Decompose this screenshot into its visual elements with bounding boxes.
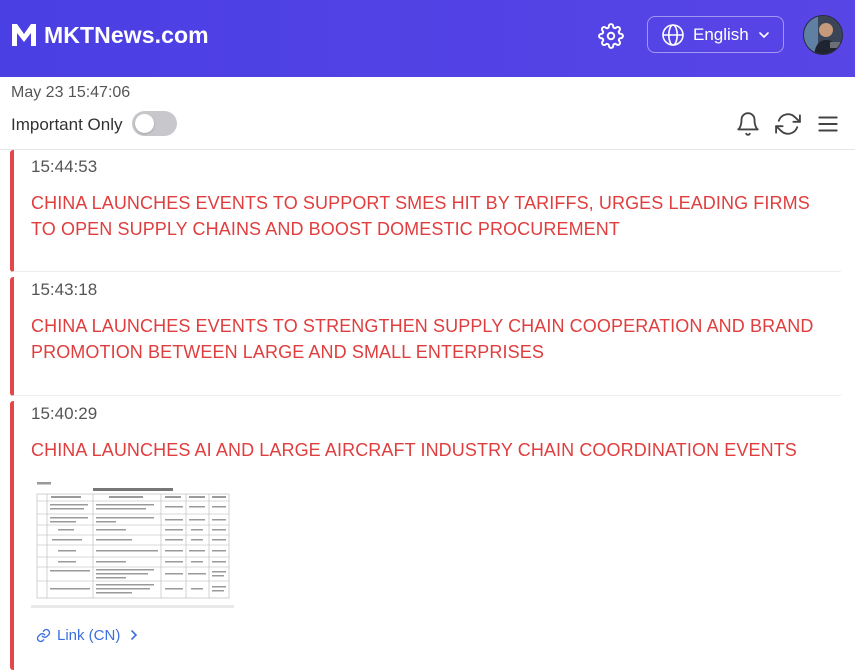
refresh-icon — [775, 113, 801, 135]
news-headline[interactable]: CHINA LAUNCHES EVENTS TO SUPPORT SMES HI… — [31, 190, 821, 242]
bell-icon — [737, 112, 759, 136]
menu-icon — [818, 116, 838, 132]
news-image-thumbnail[interactable] — [31, 480, 234, 608]
important-only-label: Important Only — [11, 115, 123, 134]
avatar-image — [804, 16, 842, 54]
refresh-button[interactable] — [775, 111, 801, 137]
source-link-label: Link (CN) — [57, 626, 121, 644]
table-image — [31, 480, 234, 605]
link-icon — [36, 628, 51, 642]
avatar[interactable] — [803, 15, 843, 55]
news-headline[interactable]: CHINA LAUNCHES AI AND LARGE AIRCRAFT IND… — [31, 437, 821, 463]
news-item[interactable]: 15:44:53 CHINA LAUNCHES EVENTS TO SUPPOR… — [10, 150, 842, 272]
news-headline[interactable]: CHINA LAUNCHES EVENTS TO STRENGTHEN SUPP… — [31, 313, 821, 365]
language-label: English — [693, 24, 749, 44]
menu-button[interactable] — [815, 111, 841, 137]
logo-text: MKTNews.com — [44, 21, 209, 48]
news-item[interactable]: 15:43:18 CHINA LAUNCHES EVENTS TO STRENG… — [10, 277, 842, 396]
source-link[interactable]: Link (CN) — [36, 624, 146, 646]
globe-icon — [662, 23, 684, 46]
chevron-right-icon — [131, 630, 138, 640]
notifications-button[interactable] — [735, 111, 761, 137]
mktnews-logo-icon — [12, 24, 36, 46]
chevron-down-icon — [758, 31, 769, 38]
toggle-knob — [135, 114, 154, 133]
news-time: 15:43:18 — [31, 280, 98, 299]
news-time: 15:40:29 — [31, 404, 98, 423]
important-only-toggle[interactable] — [132, 111, 177, 136]
news-time: 15:44:53 — [31, 157, 98, 176]
logo[interactable]: MKTNews.com — [11, 20, 209, 50]
top-header: MKTNews.com English — [0, 0, 855, 77]
current-datetime: May 23 15:47:06 — [11, 84, 131, 101]
settings-button[interactable] — [596, 21, 626, 51]
gear-icon — [598, 23, 624, 49]
language-selector[interactable]: English — [647, 16, 784, 53]
